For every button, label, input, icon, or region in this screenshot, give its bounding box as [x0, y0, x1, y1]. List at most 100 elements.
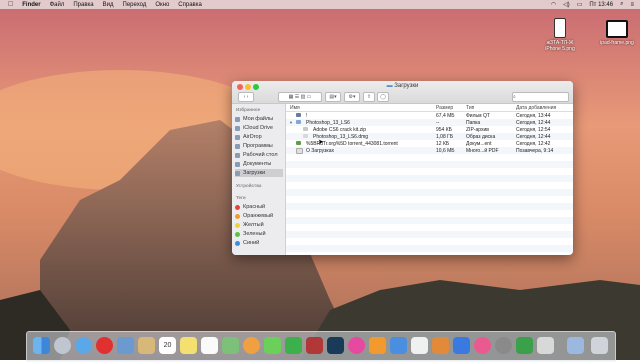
photos-icon[interactable] [243, 337, 260, 354]
column-date[interactable]: Дата добавления [516, 105, 556, 111]
tag-color-icon [235, 240, 240, 246]
sidebar-header-tags: Теги [236, 195, 246, 200]
sidebar-item-applications[interactable]: Программы [235, 142, 283, 150]
back-forward-buttons[interactable]: ‹ › [238, 92, 254, 102]
column-size[interactable]: Размер [436, 105, 453, 111]
empty-row [286, 189, 573, 196]
dock: 20 [26, 331, 616, 362]
table-row[interactable]: О Загрузках 10,6 МБ Много...й PDF Позавч… [286, 147, 573, 154]
action-gear-icon[interactable]: ⚙▾ [344, 92, 360, 102]
table-row[interactable]: ! 67,4 МБ Фильм QT Сегодня, 13:44 [286, 112, 573, 119]
preview-icon[interactable] [117, 337, 134, 354]
sidebar-item-airdrop[interactable]: AirDrop [235, 133, 283, 141]
itunes-icon[interactable] [348, 337, 365, 354]
notifications-icon[interactable]: ≡ [630, 2, 634, 8]
table-row[interactable]: ▼ Photoshop_13_LS6 -- Папка Сегодня, 12:… [286, 119, 573, 126]
numbers-icon[interactable] [432, 337, 449, 354]
volume-icon[interactable]: ◁) [563, 1, 570, 8]
finder-icon[interactable] [33, 337, 50, 354]
tag-color-icon [235, 231, 240, 237]
menu-window[interactable]: Окно [155, 2, 169, 8]
window-title: ▬ Загрузки [386, 83, 419, 89]
folder-icon[interactable] [567, 337, 584, 354]
movie-file-icon [296, 113, 301, 117]
keynote-icon[interactable] [390, 337, 407, 354]
zip-file-icon [303, 127, 308, 131]
search-icon: ⌕ [513, 94, 516, 100]
sidebar-item-downloads[interactable]: Загрузки [235, 169, 283, 177]
safari-icon[interactable] [75, 337, 92, 354]
photoshop-icon[interactable] [327, 337, 344, 354]
appstore-icon[interactable] [453, 337, 470, 354]
folder-icon: ▬ [386, 83, 393, 89]
airdrop-icon [235, 134, 240, 140]
ibooks-icon[interactable] [369, 337, 386, 354]
settings-icon[interactable] [495, 337, 512, 354]
sidebar-item-icloud[interactable]: iCloud Drive [235, 124, 283, 132]
photobooth-icon[interactable] [306, 337, 323, 354]
empty-row [286, 238, 573, 245]
battery-icon[interactable]: ▭ [577, 1, 583, 8]
menu-bar:  Finder Файл Правка Вид Переход Окно Сп… [0, 0, 640, 9]
menu-view[interactable]: Вид [103, 2, 114, 8]
trash-icon[interactable] [591, 337, 608, 354]
app-icon[interactable] [537, 337, 554, 354]
desktop-file-ipad[interactable]: ipad-frame.png [597, 20, 637, 46]
sidebar-tag-orange[interactable]: Оранжевый [235, 212, 283, 220]
cloud-icon [235, 125, 240, 131]
facetime-icon[interactable] [285, 337, 302, 354]
sidebar-item-documents[interactable]: Документы [235, 160, 283, 168]
sidebar-tag-yellow[interactable]: Желтый [235, 221, 283, 229]
column-name[interactable]: Имя [290, 105, 300, 111]
disclosure-triangle-icon[interactable]: ▼ [289, 120, 293, 125]
sidebar-tag-green[interactable]: Зеленый [235, 230, 283, 238]
calendar-icon[interactable]: 20 [159, 337, 176, 354]
desktop-file-iphone[interactable]: жЗТА-ТЛ-Ж iPhone 5.png [540, 18, 580, 52]
folder-icon [296, 120, 301, 124]
view-mode-buttons[interactable]: ▦ ☰ ▥ ▭ [278, 92, 322, 102]
itunes2-icon[interactable] [474, 337, 491, 354]
mail-icon[interactable] [138, 337, 155, 354]
table-row[interactable]: Photoshop_13_LS6.dmg 1,08 ГБ Образ диска… [286, 133, 573, 140]
tags-button[interactable]: ◯ [377, 92, 389, 102]
menu-file[interactable]: Файл [50, 2, 65, 8]
torrent-icon[interactable] [516, 337, 533, 354]
table-row[interactable]: Adobe CS6 crack kit.zip 954 КБ ZIP-архив… [286, 126, 573, 133]
menu-edit[interactable]: Правка [73, 2, 93, 8]
notes-icon[interactable] [180, 337, 197, 354]
applications-icon [235, 143, 240, 149]
empty-row [286, 231, 573, 238]
apple-menu-icon[interactable]:  [8, 1, 13, 8]
menu-help[interactable]: Справка [178, 2, 202, 8]
clock[interactable]: Пт 13:46 [589, 2, 613, 8]
sidebar-tag-red[interactable]: Красный [235, 203, 283, 211]
sidebar-tag-blue[interactable]: Синий [235, 239, 283, 247]
sidebar-item-desktop[interactable]: Рабочий стол [235, 151, 283, 159]
menu-go[interactable]: Переход [123, 2, 147, 8]
opera-icon[interactable] [96, 337, 113, 354]
search-field[interactable]: ⌕ [512, 92, 569, 102]
sidebar-item-myfiles[interactable]: Мои файлы [235, 115, 283, 123]
arrange-button[interactable]: ▤▾ [325, 92, 341, 102]
empty-row [286, 224, 573, 231]
empty-row [286, 182, 573, 189]
file-list: Имя Размер Тип Дата добавления ! 67,4 МБ… [286, 104, 573, 255]
share-button[interactable]: ⇧ [363, 92, 375, 102]
messages-icon[interactable] [264, 337, 281, 354]
pages-icon[interactable] [411, 337, 428, 354]
empty-row [286, 161, 573, 168]
tag-color-icon [235, 222, 240, 228]
wifi-icon[interactable]: ◠ [551, 1, 556, 8]
launchpad-icon[interactable] [54, 337, 71, 354]
disk-image-icon [303, 134, 308, 138]
empty-row [286, 196, 573, 203]
all-files-icon [235, 116, 240, 122]
maps-icon[interactable] [222, 337, 239, 354]
sidebar: Избранное Мои файлы iCloud Drive AirDrop… [232, 104, 286, 255]
menu-app-finder[interactable]: Finder [22, 2, 40, 8]
empty-row [286, 245, 573, 252]
table-row[interactable]: %5BRuTr.org%5D torrent_443081.torrent 12… [286, 140, 573, 147]
reminders-icon[interactable] [201, 337, 218, 354]
search-icon[interactable]: ⌕ [620, 1, 623, 8]
column-kind[interactable]: Тип [466, 105, 474, 111]
